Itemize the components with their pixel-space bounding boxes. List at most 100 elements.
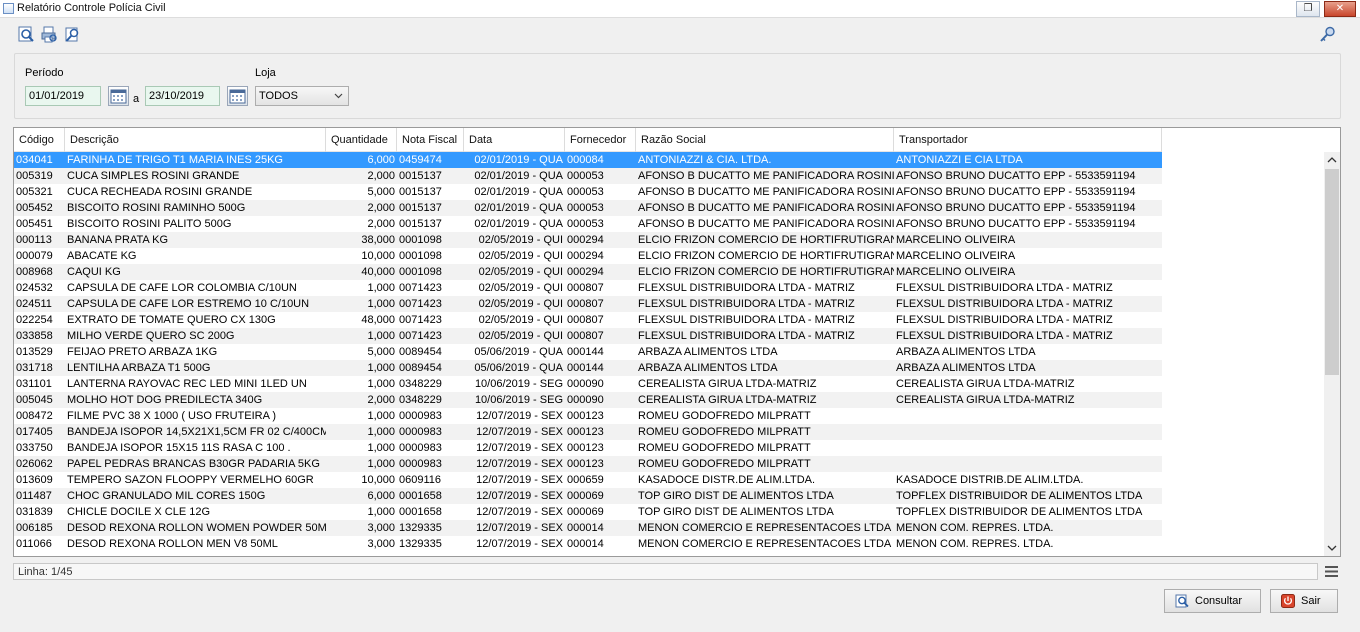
preview-icon[interactable] [18,26,35,43]
vertical-scrollbar[interactable] [1324,152,1340,556]
cell-transportador: ANTONIAZZI E CIA LTDA [896,154,1023,166]
chevron-down-icon [334,93,343,99]
table-row[interactable]: 006185 DESOD REXONA ROLLON WOMEN POWDER 5… [14,520,1162,536]
cell-quantidade: 1,000 [367,458,395,470]
cell-fornecedor: 000144 [567,346,604,358]
table-row[interactable]: 031718 LENTILHA ARBAZA T1 500G 1,000 008945… [14,360,1162,376]
cell-codigo: 022254 [16,314,53,326]
cell-quantidade: 1,000 [367,506,395,518]
cell-data: 12/07/2019 - SEX [476,458,563,470]
table-row[interactable]: 026062 PAPEL PEDRAS BRANCAS B30GR PADARIA… [14,456,1162,472]
date-to-calendar-button[interactable] [227,86,248,106]
cell-razao-social: AFONSO B DUCATTO ME PANIFICADORA ROSINI [638,202,894,214]
table-row[interactable]: 013609 TEMPERO SAZON FLOOPPY VERMELHO 60G… [14,472,1162,488]
table-row[interactable]: 024532 CAPSULA DE CAFE LOR COLOMBIA C/10U… [14,280,1162,296]
table-row[interactable]: 013529 FEIJAO PRETO ARBAZA 1KG 5,000 008945… [14,344,1162,360]
scroll-up-icon[interactable] [1324,152,1340,168]
table-row[interactable]: 034041 FARINHA DE TRIGO T1 MARIA INES 25K… [14,152,1162,168]
menu-icon[interactable] [1325,566,1338,577]
table-row[interactable]: 000113 BANANA PRATA KG 38,000 0001098 02/05/… [14,232,1162,248]
print-icon[interactable] [41,26,58,43]
restore-button[interactable]: ❐ [1296,1,1320,17]
cell-quantidade: 3,000 [367,538,395,550]
cell-transportador: TOPFLEX DISTRIBUIDOR DE ALIMENTOS LTDA [896,506,1143,518]
cell-descricao: CUCA SIMPLES ROSINI GRANDE [67,170,240,182]
title-bar: Relatório Controle Polícia Civil ❐ ✕ [0,0,1360,18]
grid-header: Código Descrição Quantidade Nota Fiscal … [14,128,1162,152]
cell-transportador: ARBAZA ALIMENTOS LTDA [896,346,1036,358]
cell-razao-social: FLEXSUL DISTRIBUIDORA LTDA - MATRIZ [638,282,855,294]
table-row[interactable]: 005451 BISCOITO ROSINI PALITO 500G 2,000 00… [14,216,1162,232]
close-button[interactable]: ✕ [1324,1,1356,17]
scroll-down-icon[interactable] [1324,540,1340,556]
periodo-label: Período [25,67,64,79]
sair-button[interactable]: Sair [1270,589,1338,613]
col-header-nota-fiscal[interactable]: Nota Fiscal [397,128,464,152]
cell-fornecedor: 000014 [567,522,604,534]
table-row[interactable]: 024511 CAPSULA DE CAFE LOR ESTREMO 10 C/1… [14,296,1162,312]
table-row[interactable]: 011066 DESOD REXONA ROLLON MEN V8 50ML 3,0… [14,536,1162,552]
loja-select[interactable]: TODOS [255,86,349,106]
cell-razao-social: ELCIO FRIZON COMERCIO DE HORTIFRUTIGRANJ [638,250,894,262]
date-from-calendar-button[interactable] [108,86,129,106]
table-row[interactable]: 033858 MILHO VERDE QUERO SC 200G 1,000 0071… [14,328,1162,344]
table-row[interactable]: 017405 BANDEJA ISOPOR 14,5X21X1,5CM FR 02… [14,424,1162,440]
scroll-thumb[interactable] [1325,169,1339,375]
cell-codigo: 005045 [16,394,53,406]
cell-transportador: AFONSO BRUNO DUCATTO EPP - 5533591194 [896,202,1136,214]
col-header-razao-social[interactable]: Razão Social [636,128,894,152]
table-row[interactable]: 022254 EXTRATO DE TOMATE QUERO CX 130G 48,… [14,312,1162,328]
cell-codigo: 013609 [16,474,53,486]
config-icon[interactable] [64,26,81,43]
table-row[interactable]: 005321 CUCA RECHEADA ROSINI GRANDE 5,000 00… [14,184,1162,200]
cell-data: 12/07/2019 - SEX [476,426,563,438]
cell-razao-social: AFONSO B DUCATTO ME PANIFICADORA ROSINI [638,218,894,230]
table-row[interactable]: 008968 CAQUI KG 40,000 0001098 02/05/2019 - … [14,264,1162,280]
cell-data: 12/07/2019 - SEX [476,410,563,422]
consultar-button[interactable]: Consultar [1164,589,1261,613]
table-row[interactable]: 005452 BISCOITO ROSINI RAMINHO 500G 2,000 0… [14,200,1162,216]
cell-data: 02/05/2019 - QUI [478,234,563,246]
table-row[interactable]: 033750 BANDEJA ISOPOR 15X15 11S RASA C 10… [14,440,1162,456]
col-header-transportador[interactable]: Transportador [894,128,1162,152]
cell-descricao: LENTILHA ARBAZA T1 500G [67,362,211,374]
table-row[interactable]: 000079 ABACATE KG 10,000 0001098 02/05/2019 … [14,248,1162,264]
cell-codigo: 005319 [16,170,53,182]
table-row[interactable]: 011487 CHOC GRANULADO MIL CORES 150G 6,000… [14,488,1162,504]
cell-descricao: BANDEJA ISOPOR 14,5X21X1,5CM FR 02 C/400… [67,426,326,438]
cell-nota-fiscal: 0348229 [399,394,442,406]
col-header-data[interactable]: Data [464,128,565,152]
cell-transportador: AFONSO BRUNO DUCATTO EPP - 5533591194 [896,218,1136,230]
results-grid[interactable]: Código Descrição Quantidade Nota Fiscal … [13,127,1341,557]
cell-quantidade: 3,000 [367,522,395,534]
cell-codigo: 005451 [16,218,53,230]
table-row[interactable]: 031101 LANTERNA RAYOVAC REC LED MINI 1LED… [14,376,1162,392]
cell-nota-fiscal: 0071423 [399,282,442,294]
cell-data: 02/05/2019 - QUI [478,314,563,326]
col-header-quantidade[interactable]: Quantidade [326,128,397,152]
cell-fornecedor: 000090 [567,378,604,390]
col-header-descricao[interactable]: Descrição [65,128,326,152]
date-from-input[interactable]: 01/01/2019 [25,86,101,106]
cell-fornecedor: 000144 [567,362,604,374]
cell-razao-social: MENON COMERCIO E REPRESENTACOES LTDA [638,522,892,534]
cell-data: 02/05/2019 - QUI [478,266,563,278]
col-header-codigo[interactable]: Código [14,128,65,152]
cell-razao-social: TOP GIRO DIST DE ALIMENTOS LTDA [638,490,834,502]
cell-transportador [894,408,1162,424]
table-row[interactable]: 005045 MOLHO HOT DOG PREDILECTA 340G 2,000… [14,392,1162,408]
cell-transportador [894,440,1162,456]
col-header-fornecedor[interactable]: Fornecedor [565,128,636,152]
cell-transportador: CEREALISTA GIRUA LTDA-MATRIZ [896,394,1075,406]
date-to-input[interactable]: 23/10/2019 [145,86,220,106]
key-icon[interactable] [1319,26,1336,43]
cell-data: 12/07/2019 - SEX [476,442,563,454]
cell-quantidade: 1,000 [367,298,395,310]
table-row[interactable]: 008472 FILME PVC 38 X 1000 ( USO FRUTEIRA… [14,408,1162,424]
cell-descricao: DESOD REXONA ROLLON WOMEN POWDER 50ML [67,522,326,534]
table-row[interactable]: 005319 CUCA SIMPLES ROSINI GRANDE 2,000 001… [14,168,1162,184]
calendar-icon [229,89,246,104]
cell-descricao: TEMPERO SAZON FLOOPPY VERMELHO 60GR [67,474,314,486]
table-row[interactable]: 031839 CHICLE DOCILE X CLE 12G 1,000 000165… [14,504,1162,520]
cell-descricao: BANDEJA ISOPOR 15X15 11S RASA C 100 . [67,442,291,454]
